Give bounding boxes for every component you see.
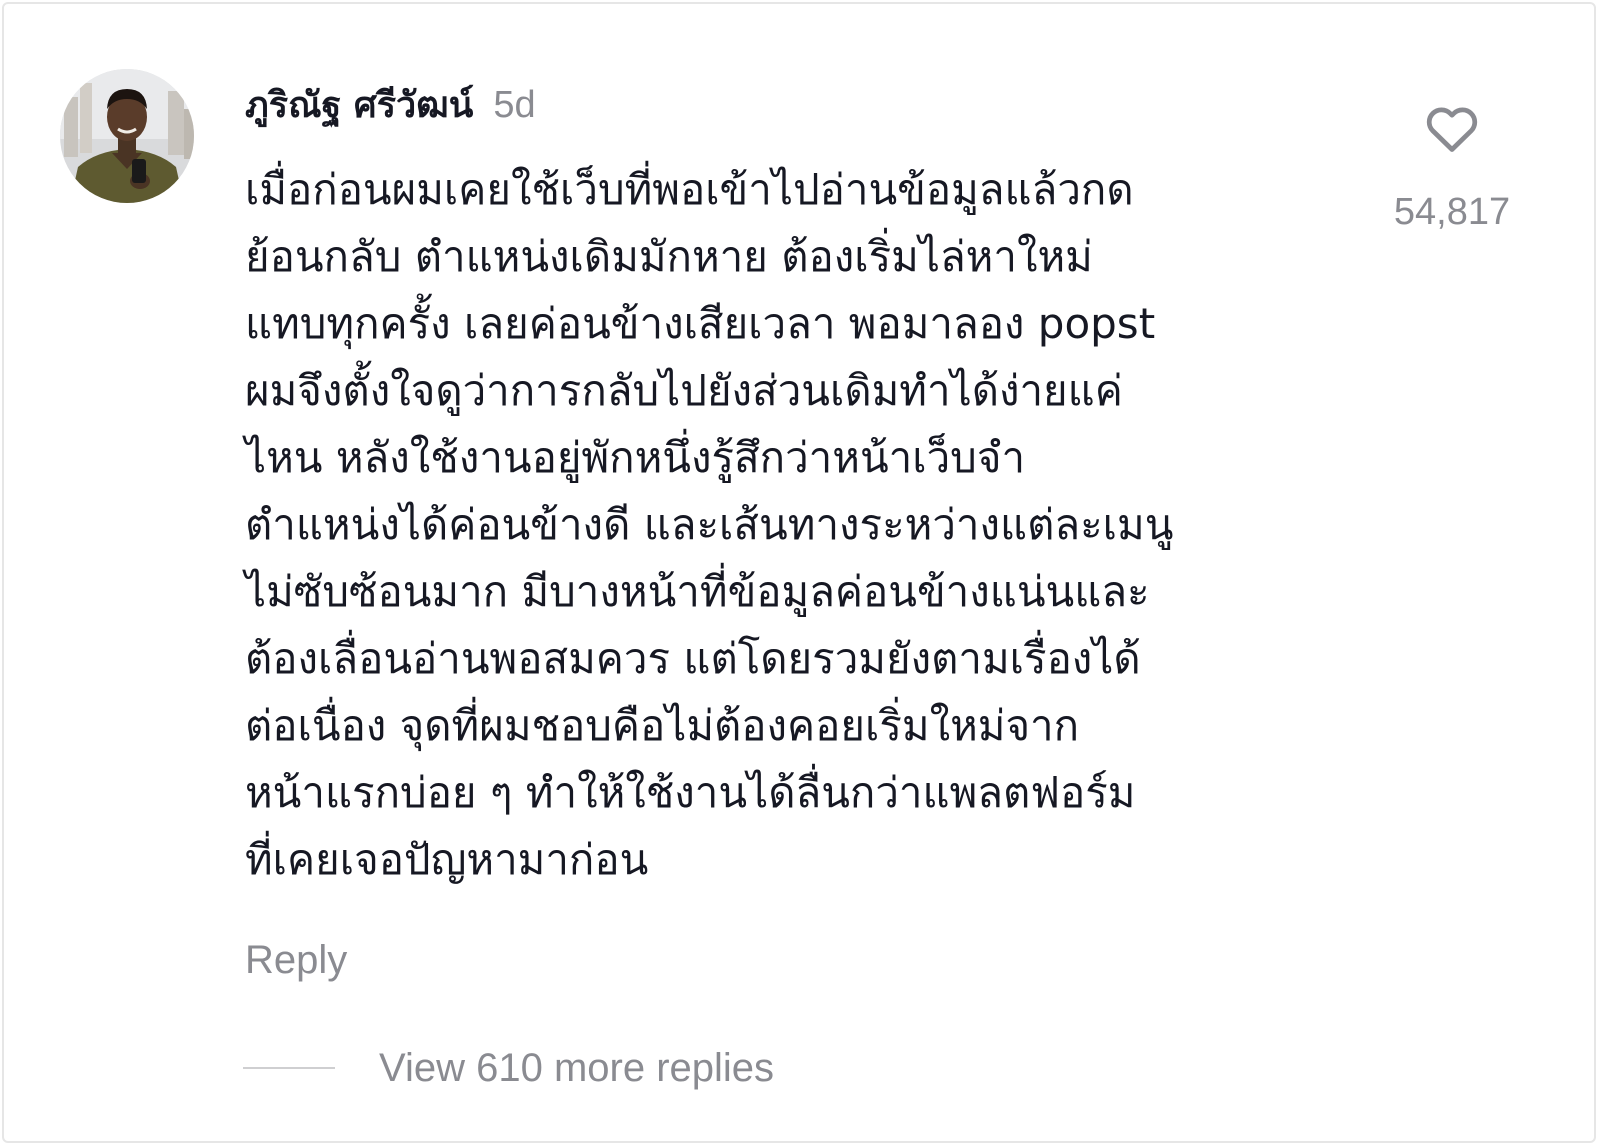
comment-header: ภูริณัฐ ศรีวัฒน์ 5d [245, 76, 536, 128]
comment-text-line: ต้องเลื่อนอ่านพอสมควร แต่โดยรวมยังตามเรื… [245, 634, 1141, 683]
comment-text-line: ไม่ซับซ้อนมาก มีบางหน้าที่ข้อมูลค่อนข้าง… [245, 567, 1150, 616]
comment-timestamp: 5d [493, 84, 536, 126]
username[interactable]: ภูริณัฐ ศรีวัฒน์ [245, 76, 473, 133]
comment-text-line: ผมจึงตั้งใจดูว่าการกลับไปยังส่วนเดิมทำได… [245, 366, 1123, 415]
comment-text-line: ที่เคยเจอปัญหามาก่อน [245, 835, 649, 884]
view-replies-label: View 610 more replies [379, 1045, 775, 1090]
comment-text-line: หน้าแรกบ่อย ๆ ทำให้ใช้งานได้ลื่นกว่าแพลต… [245, 768, 1136, 817]
comment-text-line: ย้อนกลับ ตำแหน่งเดิมมักหาย ต้องเริ่มไล่ห… [245, 232, 1093, 281]
replies-divider [243, 1067, 335, 1069]
comment-text-line: แทบทุกครั้ง เลยค่อนข้างเสียเวลา พอมาลอง … [245, 299, 1156, 348]
avatar[interactable] [60, 69, 194, 203]
comment-text-line: เมื่อก่อนผมเคยใช้เว็บที่พอเข้าไปอ่านข้อม… [245, 165, 1134, 214]
view-more-replies-button[interactable]: View 610 more replies [243, 1040, 774, 1096]
like-section: 54,817 [1380, 98, 1524, 234]
like-count: 54,817 [1393, 191, 1511, 233]
reply-button[interactable]: Reply [245, 938, 347, 983]
comment-text-line: ต่อเนื่อง จุดที่ผมชอบคือไม่ต้องคอยเริ่มใ… [245, 701, 1080, 750]
comment-text-line: ไหน หลังใช้งานอยู่พักหนึ่งรู้สึกว่าหน้าเ… [245, 433, 1026, 482]
heart-outline-icon[interactable] [1422, 98, 1482, 158]
comment-text-line: ตำแหน่งได้ค่อนข้างดี และเส้นทางระหว่างแต… [245, 500, 1174, 549]
comment-text: เมื่อก่อนผมเคยใช้เว็บที่พอเข้าไปอ่านข้อม… [245, 156, 1360, 893]
avatar-image [60, 69, 194, 203]
comment-card: ภูริณัฐ ศรีวัฒน์ 5d เมื่อก่อนผมเคยใช้เว็… [2, 2, 1596, 1143]
